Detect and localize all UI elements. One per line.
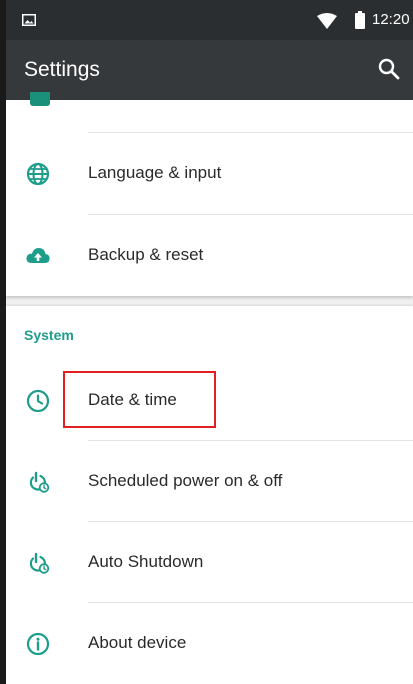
info-icon	[26, 632, 50, 656]
image-notification-icon	[22, 14, 36, 26]
settings-item-label: About device	[88, 633, 187, 652]
clock-icon	[26, 389, 50, 413]
section-gap	[6, 296, 413, 306]
settings-item-label: Language & input	[88, 163, 222, 182]
settings-section-personal: Language & input Backup & reset	[6, 92, 413, 296]
battery-icon	[355, 11, 365, 29]
settings-item-label: Auto Shutdown	[88, 552, 204, 571]
app-toolbar: Settings	[6, 40, 413, 100]
settings-item-about-device[interactable]: About device	[6, 603, 413, 684]
settings-item-language-input[interactable]: Language & input	[6, 133, 413, 214]
settings-item-auto-shutdown[interactable]: Auto Shutdown	[6, 522, 413, 603]
device-bezel	[0, 0, 6, 684]
section-header-system: System	[24, 327, 74, 343]
settings-item-label: Scheduled power on & off	[88, 471, 283, 490]
partial-item-icon	[30, 92, 50, 106]
settings-item-backup-reset[interactable]: Backup & reset	[6, 215, 413, 296]
screen: 12:20 Settings Language & input Backup &…	[0, 0, 413, 684]
status-bar: 12:20	[6, 0, 413, 40]
globe-icon	[26, 162, 50, 186]
settings-section-system: System Date & time Scheduled power on & …	[6, 306, 413, 684]
power-clock-icon	[29, 471, 50, 493]
highlight-box	[63, 371, 216, 428]
search-icon[interactable]	[376, 56, 402, 82]
cloud-upload-icon	[26, 248, 50, 263]
status-time: 12:20	[372, 11, 410, 28]
settings-item-scheduled-power[interactable]: Scheduled power on & off	[6, 441, 413, 522]
power-clock-icon	[29, 552, 50, 574]
wifi-icon	[317, 13, 337, 29]
page-title: Settings	[24, 58, 100, 81]
settings-item-label: Backup & reset	[88, 245, 204, 264]
